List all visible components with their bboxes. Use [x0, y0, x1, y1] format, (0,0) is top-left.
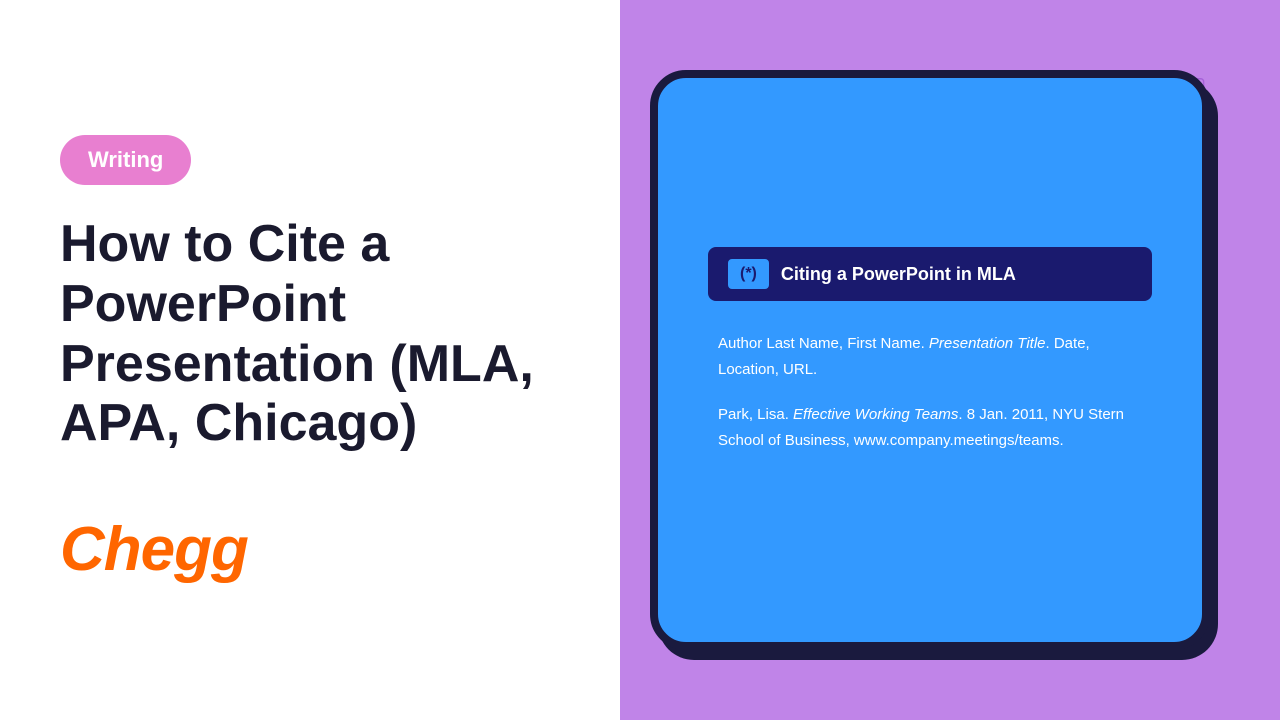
- citation-content: Author Last Name, First Name. Presentati…: [708, 331, 1152, 473]
- chegg-logo: Chegg: [60, 514, 560, 585]
- writing-badge: Writing: [60, 135, 191, 185]
- slide-title-bar: (*) Citing a PowerPoint in MLA: [708, 247, 1152, 301]
- citation-example: Park, Lisa. Effective Working Teams. 8 J…: [708, 402, 1152, 453]
- chegg-logo-text: Chegg: [60, 515, 248, 584]
- badge-label: Writing: [88, 147, 163, 172]
- asterisk-badge: (*): [728, 259, 769, 289]
- main-title: How to Cite a PowerPoint Presentation (M…: [60, 215, 560, 454]
- slide-title-text: Citing a PowerPoint in MLA: [781, 264, 1016, 285]
- right-section: (*) Citing a PowerPoint in MLA Author La…: [620, 0, 1280, 720]
- left-section: Writing How to Cite a PowerPoint Present…: [0, 0, 620, 720]
- main-container: Writing How to Cite a PowerPoint Present…: [0, 0, 1280, 720]
- citation-format: Author Last Name, First Name. Presentati…: [708, 331, 1152, 382]
- main-title-text: How to Cite a PowerPoint Presentation (M…: [60, 215, 534, 452]
- tablet-card: (*) Citing a PowerPoint in MLA Author La…: [650, 70, 1210, 650]
